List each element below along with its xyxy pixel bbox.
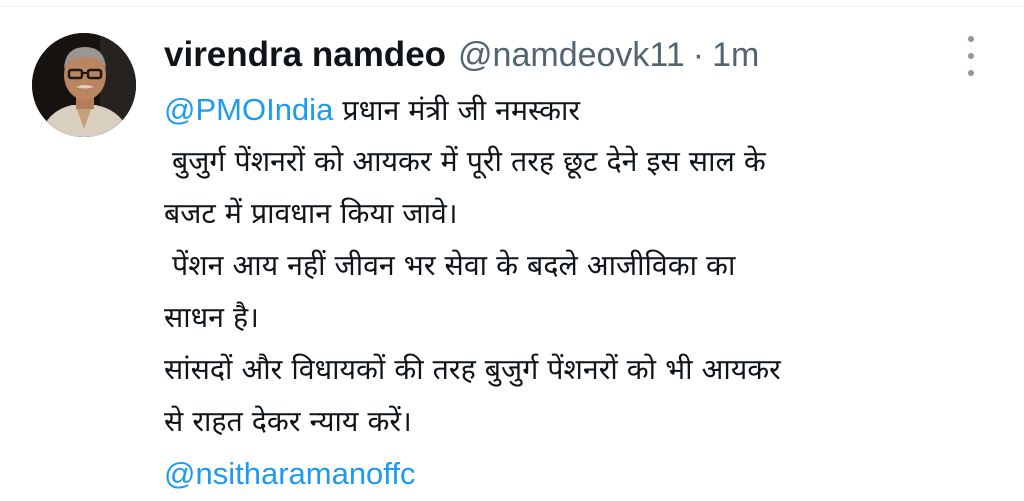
tweet-line-text: से राहत देकर न्याय करें। bbox=[164, 405, 412, 438]
tweet-line-text: सांसदों और विधायकों की तरह बुजुर्ग पेंशन… bbox=[164, 353, 781, 386]
tweet-text: @PMOIndia प्रधान मंत्री जी नमस्कार बुजुर… bbox=[164, 84, 1009, 500]
more-vertical-icon[interactable] bbox=[956, 36, 986, 76]
tweet-line-text: प्रधान मंत्री जी नमस्कार bbox=[333, 94, 581, 127]
mention-link[interactable]: @PMOIndia bbox=[164, 92, 333, 127]
timestamp[interactable]: 1m bbox=[712, 30, 759, 80]
tweet-line-text: साधन है। bbox=[164, 301, 259, 334]
tweet[interactable]: virendra namdeo @namdeovk11 · 1m @PMOInd… bbox=[0, 0, 1024, 501]
avatar-image bbox=[32, 33, 136, 137]
tweet-line: बुजुर्ग पेंशनरों को आयकर में पूरी तरह छू… bbox=[164, 136, 1009, 188]
user-handle[interactable]: @namdeovk11 bbox=[458, 30, 685, 80]
tweet-line-text: बुजुर्ग पेंशनरों को आयकर में पूरी तरह छू… bbox=[172, 145, 766, 178]
more-dot bbox=[968, 36, 974, 42]
avatar[interactable] bbox=[32, 33, 136, 137]
tweet-line: सांसदों और विधायकों की तरह बुजुर्ग पेंशन… bbox=[164, 344, 1009, 396]
tweet-line: @PMOIndia प्रधान मंत्री जी नमस्कार bbox=[164, 84, 1009, 136]
tweet-line-text: पेंशन आय नहीं जीवन भर सेवा के बदले आजीवि… bbox=[172, 249, 736, 282]
separator-dot: · bbox=[692, 36, 705, 74]
display-name[interactable]: virendra namdeo bbox=[164, 30, 446, 80]
tweet-line: साधन है। bbox=[164, 292, 1009, 344]
tweet-line: पेंशन आय नहीं जीवन भर सेवा के बदले आजीवि… bbox=[164, 240, 1009, 292]
tweet-line: से राहत देकर न्याय करें। bbox=[164, 396, 1009, 448]
mention-link[interactable]: @nsitharamanoffc bbox=[164, 456, 415, 491]
more-dot bbox=[968, 53, 974, 59]
tweet-line: बजट में प्रावधान किया जावे। bbox=[164, 188, 1009, 240]
tweet-line: @nsitharamanoffc bbox=[164, 448, 1009, 500]
tweet-header: virendra namdeo @namdeovk11 · 1m bbox=[164, 30, 759, 80]
more-dot bbox=[968, 70, 974, 76]
tweet-line-text: बजट में प्रावधान किया जावे। bbox=[164, 197, 458, 230]
